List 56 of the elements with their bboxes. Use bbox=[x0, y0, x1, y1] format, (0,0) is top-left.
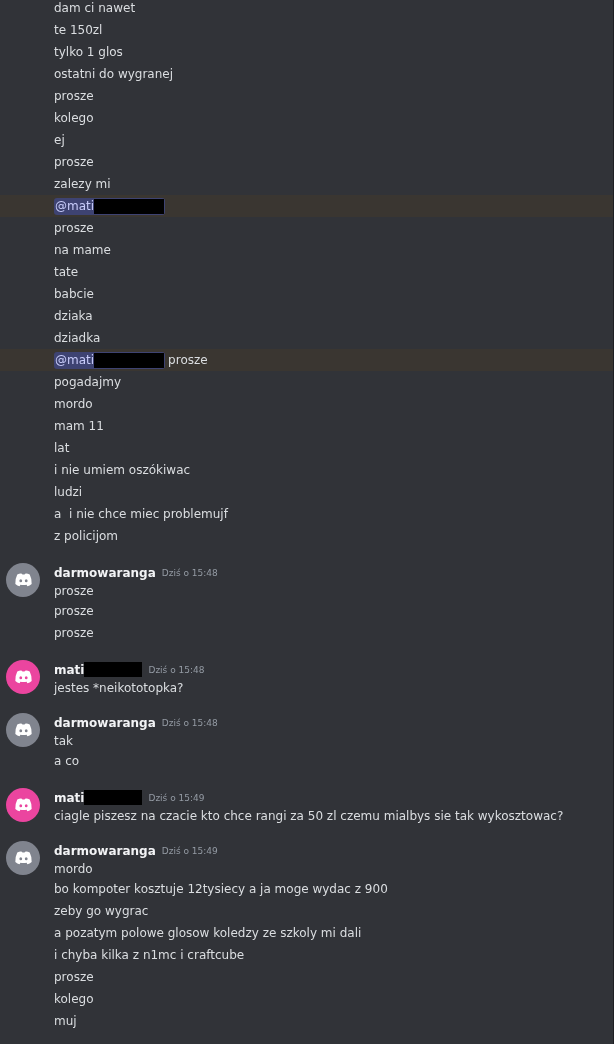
message-text: ciagle piszesz na czacie kto chce rangi za 50 zl czemu mialbys sie tak wykosztowac? bbox=[54, 808, 564, 823]
message-text: z policijom bbox=[54, 529, 119, 543]
timestamp: Dziś o 15:48 bbox=[148, 664, 205, 675]
message-text: jestes *neikototopka? bbox=[54, 680, 184, 695]
username[interactable]: mati bbox=[54, 662, 85, 677]
timestamp: Dziś o 15:48 bbox=[161, 567, 218, 578]
message-text: prosze bbox=[54, 155, 94, 169]
message-text: dziadka bbox=[54, 331, 101, 345]
message-text: na mame bbox=[54, 243, 111, 257]
message-text: a co bbox=[54, 754, 80, 768]
mention-chip[interactable]: @mati bbox=[54, 351, 166, 369]
message-text: bo kompoter kosztuje 12tysiecy a ja moge wydac z 900 bbox=[54, 882, 388, 896]
message-text: tak bbox=[54, 733, 73, 748]
avatar-icon[interactable] bbox=[6, 563, 40, 597]
username[interactable]: darmowaranga bbox=[54, 843, 156, 858]
message-text: mordo bbox=[54, 861, 93, 876]
message-text: prosze bbox=[54, 89, 94, 103]
message-text: ludzi bbox=[54, 485, 83, 499]
message-text: zeby go wygrac bbox=[54, 904, 149, 918]
avatar-icon[interactable] bbox=[6, 713, 40, 747]
message-text: prosze bbox=[54, 970, 94, 984]
message-text: muj bbox=[54, 1014, 77, 1028]
message-text: prosze bbox=[168, 353, 208, 367]
username[interactable]: darmowaranga bbox=[54, 715, 156, 730]
avatar-icon[interactable] bbox=[6, 788, 40, 822]
message-text: dziaka bbox=[54, 309, 93, 323]
message-text: ostatni do wygranej bbox=[54, 67, 174, 81]
message-text: babcie bbox=[54, 287, 94, 301]
avatar-icon[interactable] bbox=[6, 660, 40, 694]
username[interactable]: mati bbox=[54, 790, 85, 805]
message-text: prosze bbox=[54, 583, 94, 598]
timestamp: Dziś o 15:48 bbox=[161, 717, 218, 728]
message-text: a pozatym polowe glosow koledzy ze szkoly mi dali bbox=[54, 926, 362, 940]
message-text: dam ci nawet bbox=[54, 1, 136, 15]
message-text: ej bbox=[54, 133, 65, 147]
timestamp: Dziś o 15:49 bbox=[148, 792, 205, 803]
message-text: pogadajmy bbox=[54, 375, 122, 389]
message-text: prosze bbox=[54, 221, 94, 235]
message-text: i nie umiem oszókiwac bbox=[54, 463, 191, 477]
username[interactable]: darmowaranga bbox=[54, 565, 156, 580]
message-text: mam 11 bbox=[54, 419, 104, 433]
message-text: a i nie chce miec problemujf bbox=[54, 507, 228, 521]
message-text: prosze bbox=[54, 626, 94, 640]
message-text: te 150zl bbox=[54, 23, 103, 37]
message-text: kolego bbox=[54, 992, 94, 1006]
mention-chip[interactable]: @mati bbox=[54, 197, 166, 215]
message-text: prosze bbox=[54, 604, 94, 618]
message-text: tylko 1 glos bbox=[54, 45, 123, 59]
timestamp: Dziś o 15:49 bbox=[161, 845, 218, 856]
message-text: zalezy mi bbox=[54, 177, 111, 191]
message-text: tate bbox=[54, 265, 79, 279]
message-text: i chyba kilka z n1mc i craftcube bbox=[54, 948, 245, 962]
message-text: mordo bbox=[54, 397, 93, 411]
avatar-icon[interactable] bbox=[6, 841, 40, 875]
message-text: lat bbox=[54, 441, 70, 455]
message-text: kolego bbox=[54, 111, 94, 125]
